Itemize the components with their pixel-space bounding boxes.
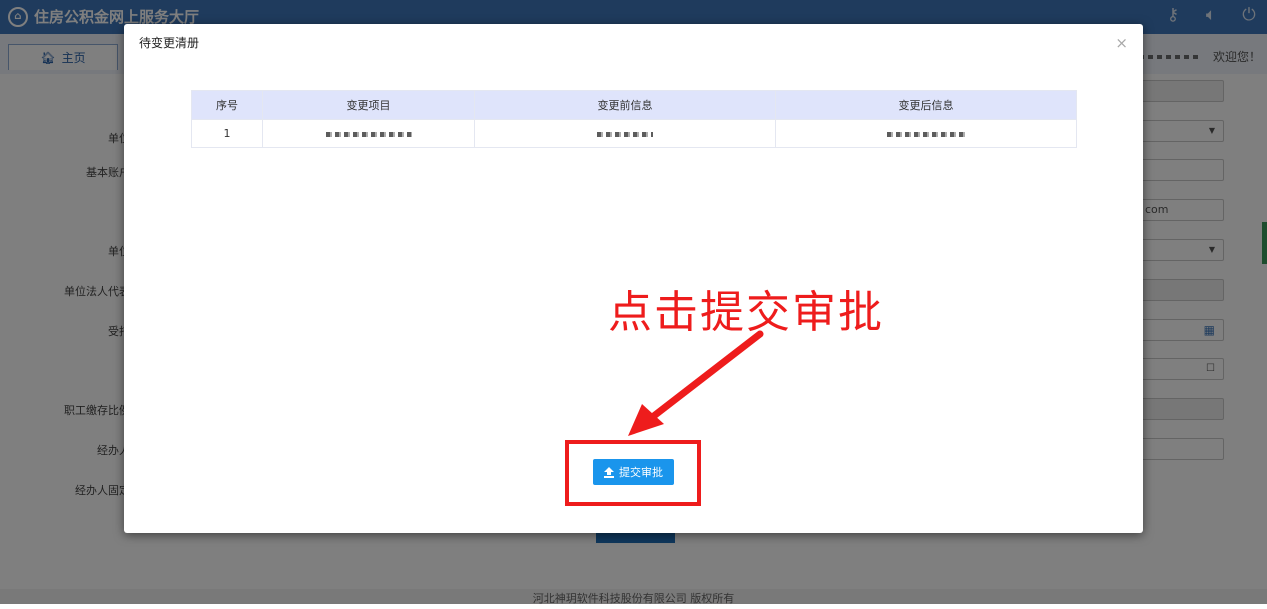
annotation-arrow-icon — [628, 330, 764, 436]
close-icon[interactable]: × — [1115, 34, 1128, 52]
column-header-item: 变更项目 — [262, 90, 475, 120]
cell-index: 1 — [191, 119, 263, 148]
redacted-text — [597, 131, 653, 137]
redacted-text — [325, 131, 412, 137]
change-table: 序号 变更项目 变更前信息 变更后信息 1 — [191, 90, 1077, 148]
modal-title: 待变更清册 — [139, 36, 200, 50]
cell-item-redacted — [262, 119, 475, 148]
submit-button-label: 提交审批 — [619, 466, 663, 479]
cell-before-redacted — [474, 119, 776, 148]
table-header-row: 序号 变更项目 变更前信息 变更后信息 — [191, 90, 1077, 120]
column-header-index: 序号 — [191, 90, 263, 120]
upload-icon — [604, 466, 614, 478]
column-header-after: 变更后信息 — [775, 90, 1077, 120]
table-row: 1 — [191, 119, 1077, 148]
submit-approval-button[interactable]: 提交审批 — [593, 459, 674, 485]
redacted-text — [887, 131, 965, 137]
column-header-before: 变更前信息 — [474, 90, 776, 120]
cell-after-redacted — [775, 119, 1077, 148]
